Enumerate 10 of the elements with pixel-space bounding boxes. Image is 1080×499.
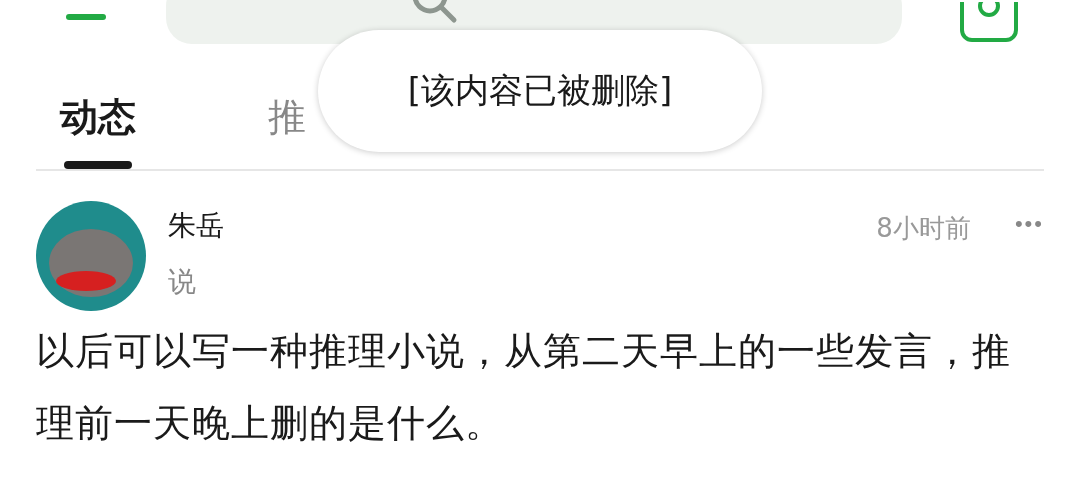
- post-action: 说: [168, 264, 197, 300]
- menu-icon[interactable]: [66, 14, 106, 22]
- toast: [该内容已被删除]: [318, 30, 762, 152]
- tab[interactable]: 动态: [36, 78, 160, 169]
- post-time: 8小时前: [876, 212, 971, 245]
- author-name[interactable]: 朱岳: [168, 207, 224, 245]
- post-text: 以后可以写一种推理小说，从第二天早上的一些发言，推理前一天晚上删的是什么。: [36, 328, 1012, 447]
- app-icon[interactable]: [960, 2, 1018, 42]
- avatar[interactable]: [36, 201, 146, 311]
- more-button[interactable]: •••: [1014, 211, 1044, 237]
